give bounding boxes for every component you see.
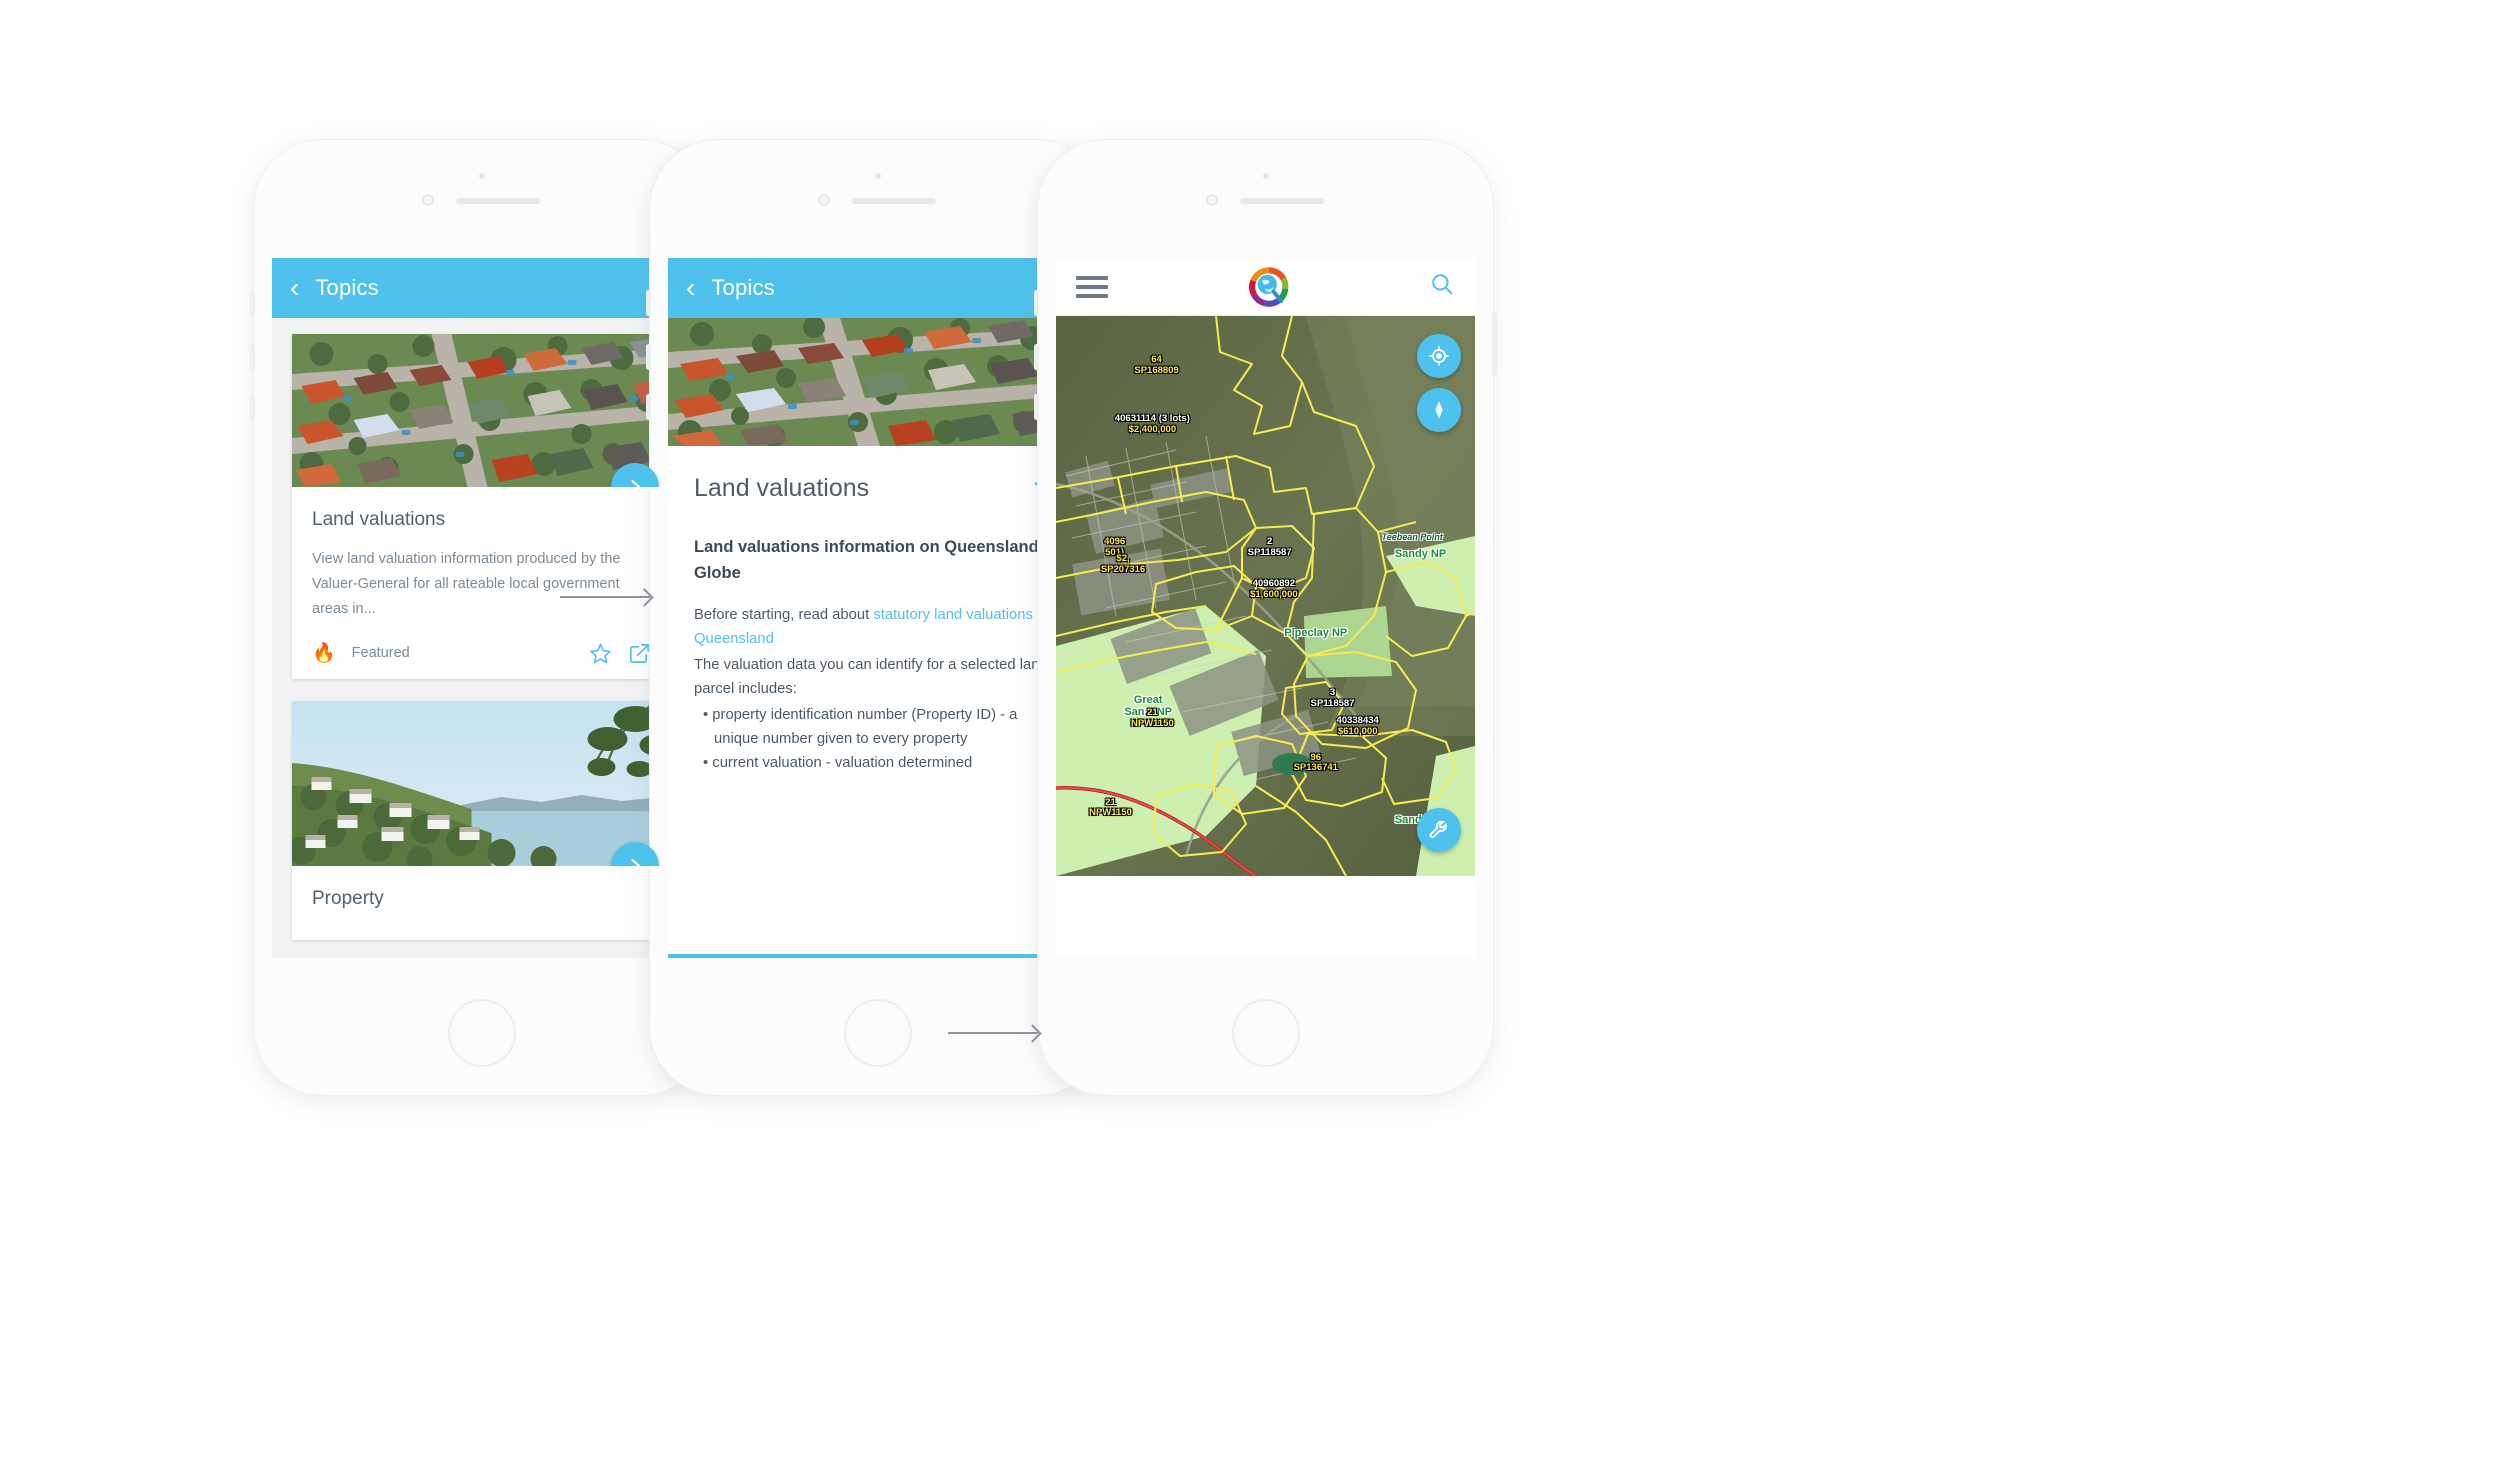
list-item: current valuation - valuation determined xyxy=(712,752,1061,776)
screen-globe-map: 64 SP168809 40631114 (3 lots) $2,400,000… xyxy=(1056,258,1475,958)
topic-card-description: View land valuation information produced… xyxy=(312,551,621,617)
map-label-parcel-40631114: 40631114 (3 lots) $2,400,000 xyxy=(1114,413,1190,435)
map-label-pipeclay-np: Pipeclay NP xyxy=(1284,626,1348,639)
map-label-lot-21-npw1150: 21 NPW1150 xyxy=(1130,707,1174,729)
intro-prefix-text: Before starting, read about xyxy=(694,607,874,624)
topic-card-land-valuations[interactable]: Land valuations View land valuation info… xyxy=(292,334,671,679)
app-bar-title: Topics xyxy=(711,275,775,300)
globe-app-bar xyxy=(1056,258,1475,316)
app-bar-title: Topics xyxy=(315,275,379,300)
map-label-sandy-np: Sandy NP xyxy=(1394,548,1447,561)
flow-diagram-canvas: ‹ Topics Land valuations View land valua… xyxy=(0,0,2500,1458)
topic-hero-image xyxy=(668,318,1087,446)
phone-mockup-topics-list: ‹ Topics Land valuations View land valua… xyxy=(250,140,713,1095)
topic-intro-paragraph: Before starting, read about statutory la… xyxy=(694,604,1061,652)
earpiece-speaker xyxy=(455,198,540,204)
topic-card-title: Land valuations xyxy=(312,509,446,530)
phone-top-bezel xyxy=(650,140,1105,258)
topic-card-image xyxy=(292,334,671,487)
camera-icon xyxy=(874,173,881,179)
map-canvas[interactable]: 64 SP168809 40631114 (3 lots) $2,400,000… xyxy=(1056,316,1475,876)
map-label-teebean-point: Teebean Point xyxy=(1381,531,1443,542)
map-label-parcel-40338434: 40338434 $610,000 xyxy=(1336,715,1379,738)
chevron-right-icon xyxy=(631,480,641,487)
locate-me-button[interactable] xyxy=(1417,334,1461,378)
chevron-left-icon[interactable]: ‹ xyxy=(686,274,695,302)
page-title: Land valuations xyxy=(694,474,870,502)
home-button[interactable] xyxy=(447,999,516,1067)
map-label-plan-sp207316: $2, SP207316 xyxy=(1100,553,1146,575)
map-label-lot-21-npw1150-lower: 21 NPW1150 xyxy=(1089,796,1132,819)
star-outline-icon[interactable] xyxy=(573,642,612,665)
wrench-icon xyxy=(1429,820,1447,839)
launch-topic-button[interactable]: LAUNCH TOPIC xyxy=(668,954,1087,958)
proximity-sensor-icon xyxy=(421,194,434,206)
coastal-hillside-houses-illustration xyxy=(292,700,671,866)
screen-topics-list: ‹ Topics Land valuations View land valua… xyxy=(272,258,691,958)
flow-arrow-1 xyxy=(560,596,650,598)
topic-card-body: Property xyxy=(292,866,671,940)
chevron-right-icon xyxy=(631,858,641,866)
list-item: property identification number (Property… xyxy=(712,704,1061,752)
topics-card-list[interactable]: Land valuations View land valuation info… xyxy=(272,318,691,958)
flame-icon: 🔥 xyxy=(312,642,336,664)
proximity-sensor-icon xyxy=(1205,194,1218,206)
aerial-suburban-rooftops-illustration xyxy=(292,334,671,487)
tools-button[interactable] xyxy=(1417,808,1461,852)
topic-bullet-list: property identification number (Property… xyxy=(694,704,1061,776)
topic-card-property[interactable]: Property xyxy=(292,700,671,940)
earpiece-speaker xyxy=(851,198,936,204)
queensland-globe-logo xyxy=(1248,266,1290,308)
topic-card-image xyxy=(292,700,671,866)
map-label-lot-64: 64 SP168809 xyxy=(1134,354,1179,376)
topic-subheading: Land valuations information on Queenslan… xyxy=(694,538,1039,582)
map-label-parcel-40960892: 40960892 $1,600,000 xyxy=(1250,578,1298,600)
home-button[interactable] xyxy=(1231,999,1300,1067)
map-label-lot-3-sp118587: 3 SP118587 xyxy=(1310,687,1355,710)
map-label-lot-2-sp118587: 2 SP118587 xyxy=(1247,536,1292,558)
home-button[interactable] xyxy=(843,999,912,1067)
queensland-globe-logo-mark xyxy=(1248,266,1288,307)
topic-card-body: Land valuations View land valuation info… xyxy=(292,487,671,679)
featured-badge: Featured xyxy=(351,645,410,662)
topic-card-footer: 🔥 Featured xyxy=(312,642,651,665)
gps-crosshair-icon xyxy=(1429,346,1449,366)
hamburger-menu-icon[interactable] xyxy=(1076,275,1108,298)
camera-icon xyxy=(1262,173,1269,179)
compass-button[interactable] xyxy=(1417,388,1461,432)
compass-needle-icon xyxy=(1435,401,1443,419)
screen-topic-detail: ‹ Topics Land valuations Land valuations… xyxy=(668,258,1087,958)
camera-icon xyxy=(478,173,485,179)
app-bar: ‹ Topics xyxy=(668,258,1087,318)
topic-detail-body: Land valuations Land valuations informat… xyxy=(668,446,1087,958)
topic-detail-header: Land valuations xyxy=(694,446,1061,513)
aerial-suburban-rooftops-illustration xyxy=(668,318,1087,446)
topic-card-title: Property xyxy=(312,887,384,909)
map-label-lot-96-sp136741: 96 SP136741 xyxy=(1293,751,1338,774)
phone-mockup-globe-map: 64 SP168809 40631114 (3 lots) $2,400,000… xyxy=(1034,140,1497,1095)
phone-mockup-topic-detail: ‹ Topics Land valuations Land valuations… xyxy=(646,140,1109,1095)
topic-paragraph: The valuation data you can identify for … xyxy=(694,657,1048,698)
chevron-left-icon[interactable]: ‹ xyxy=(290,274,299,302)
earpiece-speaker xyxy=(1239,198,1324,204)
search-icon[interactable] xyxy=(1429,271,1455,302)
proximity-sensor-icon xyxy=(817,194,830,206)
phone-top-bezel xyxy=(254,140,709,258)
app-bar: ‹ Topics xyxy=(272,258,691,318)
open-external-icon[interactable] xyxy=(612,642,651,665)
flow-arrow-2 xyxy=(948,1032,1038,1034)
phone-top-bezel xyxy=(1038,140,1493,258)
